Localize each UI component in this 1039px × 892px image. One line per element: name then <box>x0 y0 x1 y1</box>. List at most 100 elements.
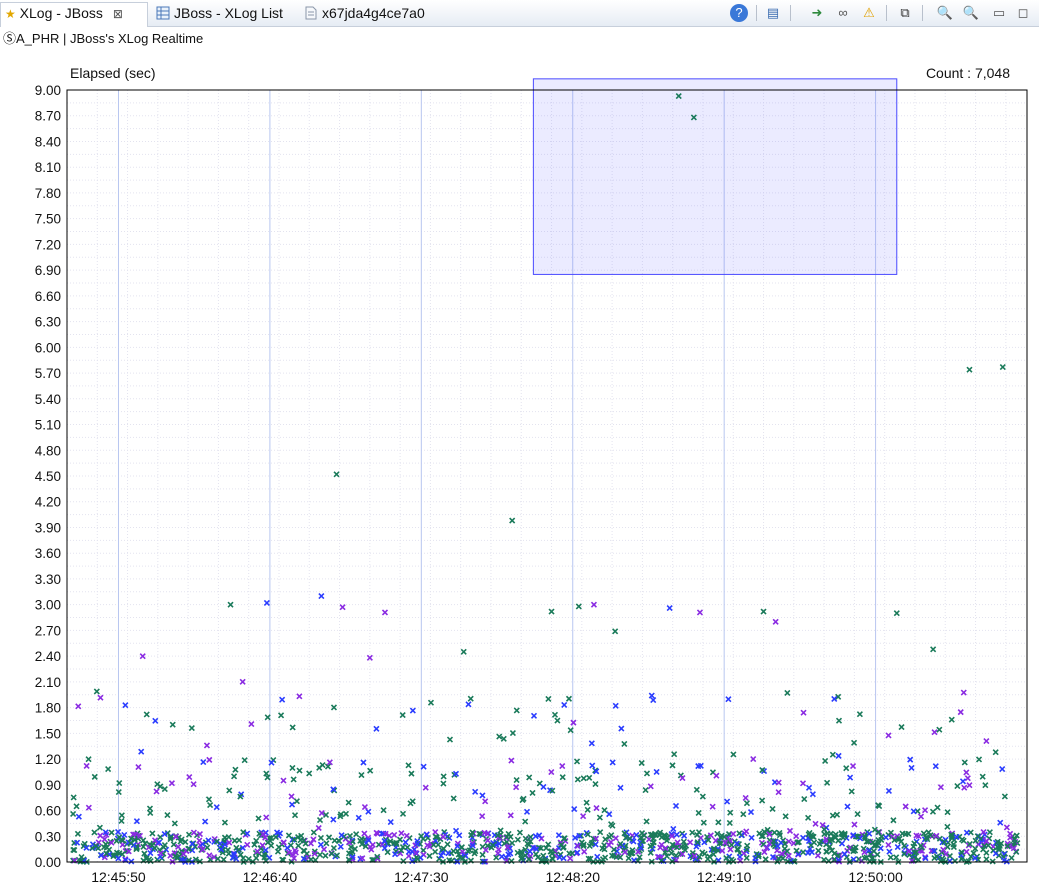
xlog-point <box>715 819 722 826</box>
xlog-point <box>866 830 873 837</box>
warning-icon[interactable]: ⚠ <box>860 4 878 22</box>
selection-rectangle[interactable] <box>532 78 898 275</box>
xlog-point <box>482 798 489 805</box>
xlog-point <box>479 813 486 820</box>
y-tick-label: 0.30 <box>35 829 61 844</box>
y-tick-label: 6.00 <box>35 340 61 355</box>
xlog-point <box>740 811 747 818</box>
maximize-icon[interactable]: ◻ <box>1014 4 1032 22</box>
xlog-point <box>597 829 604 836</box>
xlog-point <box>835 752 842 759</box>
xlog-point <box>854 810 861 818</box>
xlog-point <box>825 857 832 865</box>
xlog-point <box>290 776 297 783</box>
xlog-point <box>793 833 800 840</box>
xlog-point <box>957 709 964 716</box>
xlog-point <box>456 832 463 839</box>
y-axis: 0.00 0.30 0.60 0.90 1.20 1.50 1.80 2.10 2.40 2.70… <box>35 83 61 870</box>
xlog-point <box>263 814 270 821</box>
xlog-point <box>318 593 325 600</box>
xlog-point <box>514 836 521 843</box>
xlog-point <box>786 827 794 834</box>
xlog-point <box>693 786 700 793</box>
xlog-point <box>203 742 211 749</box>
minimize-icon[interactable]: ▭ <box>990 4 1008 22</box>
xlog-point <box>118 812 125 819</box>
xlog-point <box>885 787 892 794</box>
xlog-point <box>280 777 287 784</box>
xlog-point <box>961 759 968 766</box>
link-icon[interactable]: ∞ <box>834 4 852 22</box>
xlog-point <box>200 759 207 766</box>
tab-label: XLog - JBoss <box>19 5 103 21</box>
xlog-point <box>559 774 566 781</box>
xlog-point <box>206 756 213 763</box>
xlog-point <box>932 763 939 770</box>
zoom-in-icon[interactable]: 🔍 <box>936 4 954 22</box>
xlog-point <box>901 842 908 849</box>
xlog-point <box>964 775 971 782</box>
toolbar-separator <box>886 5 887 21</box>
xlog-point <box>648 692 655 699</box>
xlog-point <box>403 832 410 839</box>
xlog-point <box>601 807 608 814</box>
xlog-point <box>672 802 680 809</box>
tab-transaction[interactable]: x67jda4g4ce7a0 <box>298 3 425 23</box>
xlog-point <box>695 809 702 817</box>
xlog-point <box>1008 854 1015 861</box>
help-icon[interactable]: ? <box>730 4 748 22</box>
xlog-point <box>829 812 836 819</box>
xlog-point <box>432 848 439 855</box>
xlog-point <box>986 829 993 836</box>
xlog-point <box>726 819 733 826</box>
tab-xlog-list[interactable]: JBoss - XLog List <box>150 3 283 23</box>
xlog-point <box>847 774 854 781</box>
xlog-point <box>762 856 769 863</box>
export-icon[interactable]: ➜ <box>808 4 826 22</box>
xlog-point <box>593 805 600 812</box>
xlog-point <box>999 363 1006 371</box>
xlog-point <box>650 697 657 704</box>
xlog-point <box>484 837 491 844</box>
y-tick-label: 5.40 <box>35 392 61 407</box>
xlog-point <box>405 762 412 769</box>
xlog-point <box>594 858 601 865</box>
xlog-point <box>465 701 472 708</box>
xlog-point <box>277 712 285 719</box>
xlog-point <box>467 695 474 702</box>
filter-icon[interactable]: ⧉ <box>896 4 914 22</box>
y-tick-label: 8.40 <box>35 134 61 149</box>
xlog-point <box>709 803 716 810</box>
tab-xlog-jboss[interactable]: ★ XLog - JBoss ⊠ <box>0 2 148 27</box>
xlog-point <box>402 839 409 846</box>
xlog-point <box>908 764 915 771</box>
xlog-point <box>171 820 178 827</box>
xlog-point <box>589 762 596 769</box>
xlog-point <box>479 851 486 858</box>
y-tick-label: 0.00 <box>35 855 61 870</box>
xlog-point <box>522 835 529 842</box>
x-tick-label: 12:50:00 <box>848 869 903 885</box>
y-tick-label: 0.60 <box>35 804 61 819</box>
xlog-point <box>586 774 593 781</box>
xlog-point <box>108 829 115 836</box>
xlog-point <box>398 830 405 837</box>
xlog-point <box>743 800 751 807</box>
xlog-point <box>743 828 750 835</box>
xlog-point <box>671 751 678 758</box>
xlog-point <box>255 815 262 822</box>
xlog-point <box>353 831 360 838</box>
xlog-point <box>274 848 282 855</box>
xlog-point <box>596 814 603 821</box>
zoom-out-icon[interactable]: 🔍 <box>962 4 980 22</box>
xlog-point <box>206 852 213 859</box>
xlog-point <box>404 844 411 851</box>
close-icon[interactable]: ⊠ <box>113 7 123 21</box>
counter-icon[interactable]: ▤ <box>764 4 782 22</box>
xlog-point <box>226 787 233 794</box>
xlog-point <box>944 843 951 850</box>
chart-svg[interactable]: 0.00 0.30 0.60 0.90 1.20 1.50 1.80 2.10 2.40 2.70… <box>0 48 1039 887</box>
xlog-scatter-chart[interactable]: 0.00 0.30 0.60 0.90 1.20 1.50 1.80 2.10 2.40 2.70… <box>0 48 1039 887</box>
xlog-point <box>887 854 894 861</box>
xlog-point <box>139 653 146 660</box>
